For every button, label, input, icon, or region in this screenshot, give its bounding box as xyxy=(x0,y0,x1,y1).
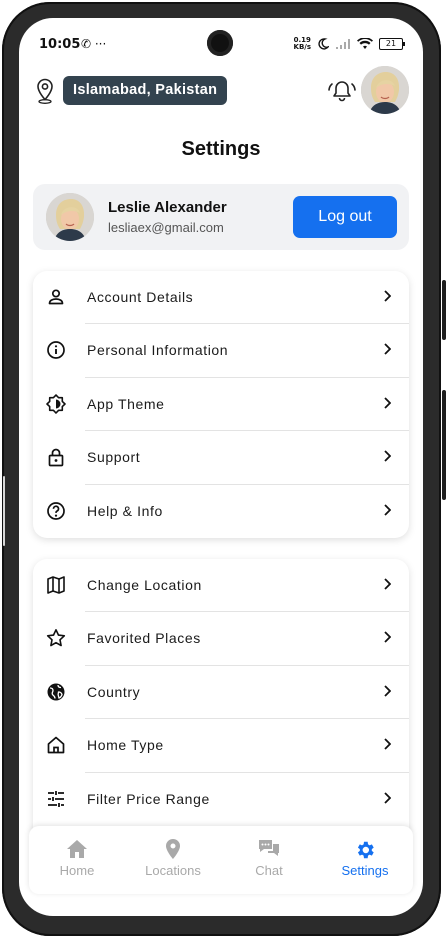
settings-item-label: App Theme xyxy=(87,395,165,412)
settings-item-personal-information[interactable]: Personal Information xyxy=(33,324,409,378)
chevron-right-icon xyxy=(384,290,391,302)
chevron-right-icon xyxy=(384,631,391,644)
profile-avatar xyxy=(46,193,94,241)
location-chip[interactable]: Islamabad, Pakistan xyxy=(63,76,228,105)
settings-item-account-details[interactable]: Account Details xyxy=(33,271,409,325)
map-icon xyxy=(47,576,65,594)
settings-item-country[interactable]: Country xyxy=(33,666,409,720)
home-outline-icon xyxy=(47,736,65,754)
nav-tab-label: Home xyxy=(59,863,95,878)
chat-icon xyxy=(259,840,279,856)
chevron-right-icon xyxy=(384,450,391,462)
settings-item-label: Country xyxy=(87,683,141,700)
avatar[interactable] xyxy=(361,66,409,114)
chevron-right-icon xyxy=(384,397,391,409)
preferences-card: Change Location Favorited Places Country… xyxy=(33,559,409,829)
chevron-right-icon xyxy=(384,685,391,697)
status-time: 10:05 xyxy=(39,37,81,52)
home-icon xyxy=(67,840,87,858)
settings-item-label: Favorited Places xyxy=(87,630,201,647)
location-pin-icon xyxy=(166,839,180,859)
chevron-right-icon xyxy=(384,791,391,804)
chevron-right-icon xyxy=(384,343,391,356)
signal-icon xyxy=(336,39,350,49)
settings-item-label: Support xyxy=(87,449,141,466)
battery-indicator: 21 xyxy=(379,38,405,50)
settings-item-help-info[interactable]: Help & Info xyxy=(33,485,409,538)
chevron-right-icon xyxy=(384,578,391,590)
settings-item-label: Personal Information xyxy=(87,342,229,359)
sliders-icon xyxy=(48,790,64,807)
help-icon xyxy=(47,501,65,520)
nav-tab-locations[interactable]: Locations xyxy=(125,826,221,894)
brightness-icon xyxy=(46,393,66,414)
settings-item-label: Help & Info xyxy=(87,502,163,519)
settings-item-support[interactable]: Support xyxy=(33,431,409,485)
person-icon xyxy=(48,289,64,305)
settings-item-home-type[interactable]: Home Type xyxy=(33,719,409,773)
map-pin-outline-icon[interactable] xyxy=(35,78,55,104)
chevron-right-icon xyxy=(384,738,391,750)
logout-button[interactable]: Log out xyxy=(293,196,397,238)
nav-tab-home[interactable]: Home xyxy=(29,826,125,894)
settings-item-label: Change Location xyxy=(87,577,202,593)
nav-tab-label: Chat xyxy=(255,863,283,878)
lock-icon xyxy=(48,448,64,467)
net-speed: 0.19 KB/s xyxy=(293,36,311,51)
info-icon xyxy=(47,341,65,360)
globe-icon xyxy=(47,683,65,701)
nav-tab-label: Locations xyxy=(145,863,201,878)
nav-tab-chat[interactable]: Chat xyxy=(221,826,317,894)
bottom-navigation: Home Locations Chat Settings xyxy=(29,826,413,894)
settings-item-label: Home Type xyxy=(87,737,164,754)
notification-icons: ✆ ··· xyxy=(81,37,107,51)
wifi-icon xyxy=(357,38,373,49)
settings-item-app-theme[interactable]: App Theme xyxy=(33,378,409,432)
gear-icon xyxy=(357,841,374,859)
settings-item-change-location[interactable]: Change Location xyxy=(33,559,409,613)
settings-item-filter-price-range[interactable]: Filter Price Range xyxy=(33,773,409,826)
profile-email: lesliaex@gmail.com xyxy=(108,220,224,235)
chevron-right-icon xyxy=(384,503,391,516)
bell-ringing-icon[interactable] xyxy=(327,79,357,103)
nav-tab-settings[interactable]: Settings xyxy=(317,826,413,894)
scrollbar[interactable] xyxy=(3,476,5,546)
power-button xyxy=(442,390,446,500)
volume-button xyxy=(442,280,446,340)
profile-card: Leslie Alexander lesliaex@gmail.com Log … xyxy=(33,184,409,250)
status-bar: 10:05 ✆ ··· 0.19 KB/s 21 xyxy=(39,36,405,55)
account-settings-card: Account Details Personal Information App… xyxy=(33,271,409,538)
top-bar: Islamabad, Pakistan xyxy=(35,66,409,118)
app-screen: 10:05 ✆ ··· 0.19 KB/s 21 Islamabad, Pakis… xyxy=(19,18,423,916)
profile-name: Leslie Alexander xyxy=(108,199,227,216)
star-icon xyxy=(46,629,66,647)
nav-tab-label: Settings xyxy=(341,863,389,878)
settings-item-label: Account Details xyxy=(87,289,194,305)
settings-item-label: Filter Price Range xyxy=(87,790,210,807)
page-title: Settings xyxy=(181,138,261,160)
moon-icon xyxy=(318,38,329,50)
settings-item-favorited-places[interactable]: Favorited Places xyxy=(33,612,409,666)
